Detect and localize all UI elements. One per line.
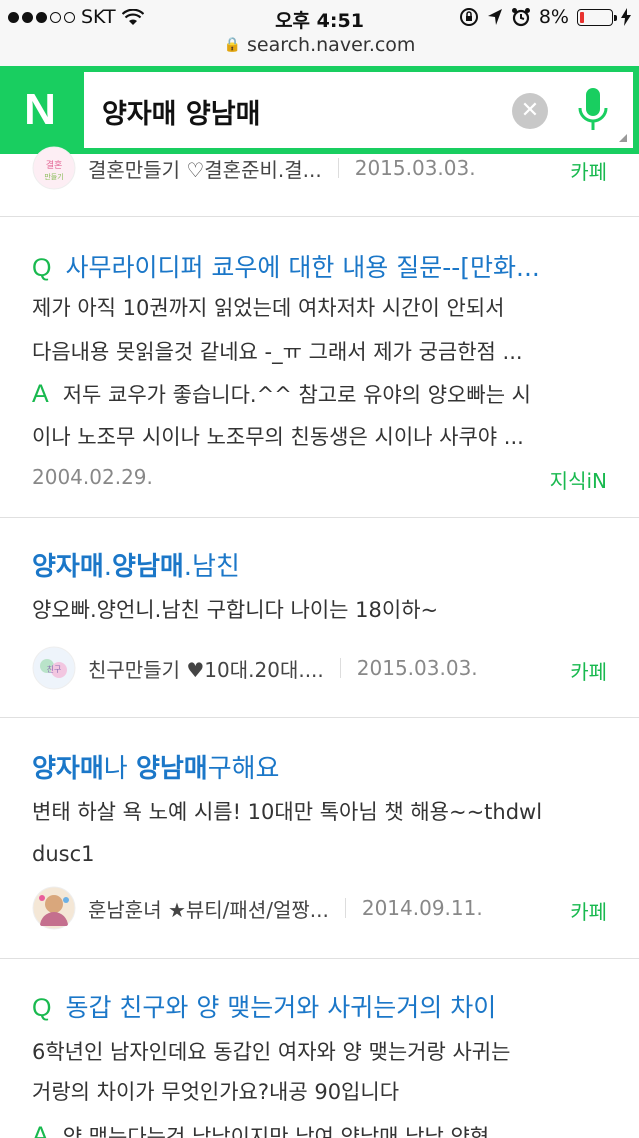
search-input[interactable]: 양자매 양남매	[102, 92, 260, 131]
svg-text:친구: 친구	[47, 664, 62, 674]
divider	[0, 517, 639, 518]
result-title[interactable]: 양자매나 양남매구해요	[32, 748, 279, 785]
cafe-thumbnail	[32, 886, 76, 930]
battery-percent: 8%	[538, 6, 569, 28]
question-snippet: 제가 아직 10권까지 읽었는데 여차저차 시간이 안되서	[32, 296, 505, 320]
answer-snippet: A 저두 쿄우가 좋습니다.^^ 참고로 유야의 양오빠는 시	[32, 380, 532, 408]
result-date: 2015.03.03.	[354, 156, 476, 180]
location-icon	[487, 9, 502, 25]
alarm-icon	[511, 8, 530, 27]
result-meta: 친구 친구만들기 ♥10대.20대.... 2015.03.03.	[32, 646, 478, 690]
result-snippet: 변태 하살 욕 노예 시름! 10대만 톡아님 챗 해용~~thdwl	[32, 800, 543, 824]
cafe-name[interactable]: 친구만들기 ♥10대.20대....	[88, 654, 324, 683]
source-tag[interactable]: 지식iN	[550, 465, 607, 494]
source-tag[interactable]: 카페	[570, 156, 607, 185]
answer-snippet: A양 맺는다는건 남남이지만 남여 양남매 남남 양형...	[32, 1118, 612, 1138]
result-date: 2004.02.29.	[32, 465, 153, 489]
question-snippet: 다음내용 못읽을것 같네요 -_ㅠ 그래서 제가 궁금한점 ...	[32, 340, 523, 364]
result-meta: 훈남훈녀 ★뷰티/패션/얼짱... 2014.09.11.	[32, 886, 483, 930]
url-text: search.naver.com	[246, 34, 416, 56]
divider	[344, 898, 346, 918]
address-bar[interactable]: 🔒 search.naver.com	[0, 34, 639, 66]
result-meta: 결혼 만들기 결혼만들기 ♡결혼준비.결... 2015.03.03.	[32, 146, 476, 190]
divider	[0, 958, 639, 959]
cafe-name[interactable]: 결혼만들기 ♡결혼준비.결...	[88, 154, 322, 183]
cafe-thumbnail: 친구	[32, 646, 76, 690]
source-tag[interactable]: 카페	[570, 656, 607, 685]
svg-text:만들기: 만들기	[44, 172, 63, 181]
lock-icon: 🔒	[223, 37, 241, 53]
answer-snippet: 이나 노조무 시이나 노조무의 친동생은 시이나 사쿠야 ...	[32, 425, 524, 449]
svg-text:결혼: 결혼	[46, 159, 63, 171]
result-title[interactable]: 양자매.양남매.남친	[32, 546, 240, 583]
question-snippet: 거랑의 차이가 무엇인가요?내공 90입니다	[32, 1080, 400, 1104]
result-title[interactable]: Q 동갑 친구와 양 맺는거와 사귀는거의 차이	[32, 988, 612, 1024]
charging-icon	[621, 8, 631, 26]
source-tag[interactable]: 카페	[570, 896, 607, 925]
expand-corner-icon[interactable]	[619, 134, 627, 142]
divider	[0, 717, 639, 718]
answer-icon: A	[32, 380, 49, 408]
clear-icon[interactable]: ✕	[512, 93, 548, 129]
status-bar: SKT 오후 4:51 8%	[0, 0, 639, 34]
question-snippet: 6학년인 남자인데요 동갑인 여자와 양 맺는거랑 사귀는	[32, 1040, 511, 1064]
result-snippet: dusc1	[32, 842, 95, 866]
result-date: 2014.09.11.	[361, 896, 483, 920]
divider	[339, 658, 341, 678]
search-header: N 양자매 양남매 ✕	[0, 66, 639, 154]
battery-icon	[577, 8, 617, 26]
answer-icon: A	[32, 1122, 49, 1138]
result-title[interactable]: Q 사무라이디퍼 쿄우에 대한 내용 질문--[만화...	[32, 248, 612, 284]
rotation-lock-icon	[459, 8, 478, 26]
divider	[337, 158, 339, 178]
question-icon: Q	[32, 994, 52, 1022]
question-icon: Q	[32, 254, 52, 282]
microphone-icon[interactable]	[576, 86, 610, 134]
status-right: 8%	[459, 6, 631, 28]
result-date: 2015.03.03.	[356, 656, 478, 680]
naver-logo[interactable]: N	[0, 66, 80, 154]
result-snippet: 양오빠.양언니.남친 구합니다 나이는 18이하~	[32, 598, 439, 622]
cafe-thumbnail: 결혼만들기	[32, 146, 76, 190]
divider	[0, 216, 639, 217]
search-box[interactable]: 양자매 양남매 ✕	[84, 72, 633, 148]
cafe-name[interactable]: 훈남훈녀 ★뷰티/패션/얼짱...	[88, 894, 329, 923]
